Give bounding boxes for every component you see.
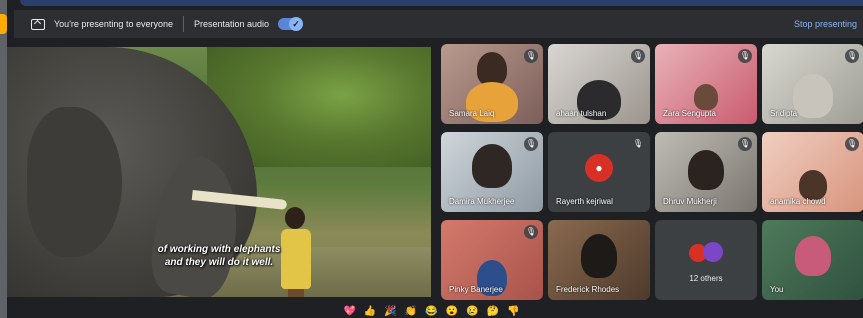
reaction-heart-icon[interactable]: 💖 xyxy=(343,305,355,318)
others-count: 12 others xyxy=(689,274,723,283)
others-tile[interactable]: 12 others xyxy=(655,220,757,300)
participant-name: Pinky Banerjee xyxy=(449,285,503,294)
presenting-bar: You're presenting to everyone Presentati… xyxy=(14,10,863,38)
mic-off-icon: 🎙 xyxy=(738,49,752,63)
participant-tile[interactable]: 🎙 Dhruv Mukherji xyxy=(655,132,757,212)
bar-divider xyxy=(182,16,184,32)
participant-video xyxy=(694,84,718,110)
reaction-surprised-icon[interactable]: 😮 xyxy=(446,305,458,318)
participant-tile[interactable]: ● 🎙 Rayerth kejriwal xyxy=(548,132,650,212)
participant-name: anamika chowd xyxy=(770,197,826,206)
mic-off-icon: 🎙 xyxy=(524,225,538,239)
participant-grid: 🎙 Samara Laiq 🎙 ahaan tulshan 🎙 Zara Sen… xyxy=(441,44,863,300)
participant-tile[interactable]: 🎙 ahaan tulshan xyxy=(548,44,650,124)
child-legs xyxy=(288,289,304,297)
participant-name: Rayerth kejriwal xyxy=(556,197,613,206)
left-edge xyxy=(0,0,7,318)
participant-name: Sridipta xyxy=(770,109,798,118)
reaction-laugh-icon[interactable]: 😂 xyxy=(425,305,437,318)
mic-off-icon: 🎙 xyxy=(738,137,752,151)
mic-off-icon: 🎙 xyxy=(631,137,645,151)
presentation-audio-toggle[interactable]: ✓ xyxy=(278,17,304,31)
participant-tile[interactable]: 🎙 Samara Laiq xyxy=(441,44,543,124)
reactions-bar: 💖 👍 🎉 👏 😂 😮 😢 🤔 👎 xyxy=(0,305,863,318)
presenting-indicator xyxy=(0,14,7,34)
reaction-thumbs-down-icon[interactable]: 👎 xyxy=(507,305,519,318)
participant-name: Dhruv Mukherji xyxy=(663,197,717,206)
participant-name: Zara Sengupta xyxy=(663,109,716,118)
participant-video xyxy=(472,144,512,188)
reaction-clap-icon[interactable]: 👏 xyxy=(405,305,417,318)
check-icon: ✓ xyxy=(289,17,304,31)
participant-video xyxy=(799,170,827,200)
presenting-message: You're presenting to everyone xyxy=(54,19,173,29)
participant-name: You xyxy=(770,285,784,294)
participant-video xyxy=(793,74,833,118)
others-avatar xyxy=(703,242,723,262)
reaction-party-icon[interactable]: 🎉 xyxy=(384,305,396,318)
self-tile[interactable]: You xyxy=(762,220,863,300)
participant-name: Frederick Rhodes xyxy=(556,285,620,294)
participant-name: Damira Mukherjee xyxy=(449,197,515,206)
shared-screen: of working with elephants and they will … xyxy=(7,47,431,297)
participant-tile[interactable]: 🎙 Pinky Banerjee xyxy=(441,220,543,300)
avatar: ● xyxy=(585,154,613,182)
mic-off-icon: 🎙 xyxy=(524,137,538,151)
presentation-audio-label: Presentation audio xyxy=(193,19,270,29)
child-head xyxy=(285,207,305,229)
elephant-ear xyxy=(27,107,122,257)
participant-tile[interactable]: 🎙 Damira Mukherjee xyxy=(441,132,543,212)
mic-off-icon: 🎙 xyxy=(845,137,859,151)
caption-line-2: and they will do it well. xyxy=(164,257,274,268)
participant-tile[interactable]: 🎙 Sridipta xyxy=(762,44,863,124)
participant-tile[interactable]: 🎙 Zara Sengupta xyxy=(655,44,757,124)
stop-presenting-button[interactable]: Stop presenting xyxy=(794,19,857,29)
present-screen-icon xyxy=(31,18,45,30)
participant-video xyxy=(795,236,831,276)
participant-tile[interactable]: Frederick Rhodes xyxy=(548,220,650,300)
participant-name: ahaan tulshan xyxy=(556,109,607,118)
reaction-thinking-icon[interactable]: 🤔 xyxy=(487,305,499,318)
participant-video xyxy=(477,52,507,86)
video-caption: of working with elephants and they will … xyxy=(7,243,431,269)
reaction-sad-icon[interactable]: 😢 xyxy=(466,305,478,318)
participant-tile[interactable]: 🎙 anamika chowd xyxy=(762,132,863,212)
mic-off-icon: 🎙 xyxy=(631,49,645,63)
participant-video xyxy=(688,150,724,190)
participant-name: Samara Laiq xyxy=(449,109,495,118)
mic-off-icon: 🎙 xyxy=(524,49,538,63)
reaction-thumbs-up-icon[interactable]: 👍 xyxy=(364,305,376,318)
meet-window: You're presenting to everyone Presentati… xyxy=(0,0,863,318)
mic-off-icon: 🎙 xyxy=(845,49,859,63)
participant-video xyxy=(581,234,617,278)
window-top-edge xyxy=(20,0,863,6)
others-avatars xyxy=(689,240,723,266)
caption-line-1: of working with elephants xyxy=(157,244,281,255)
